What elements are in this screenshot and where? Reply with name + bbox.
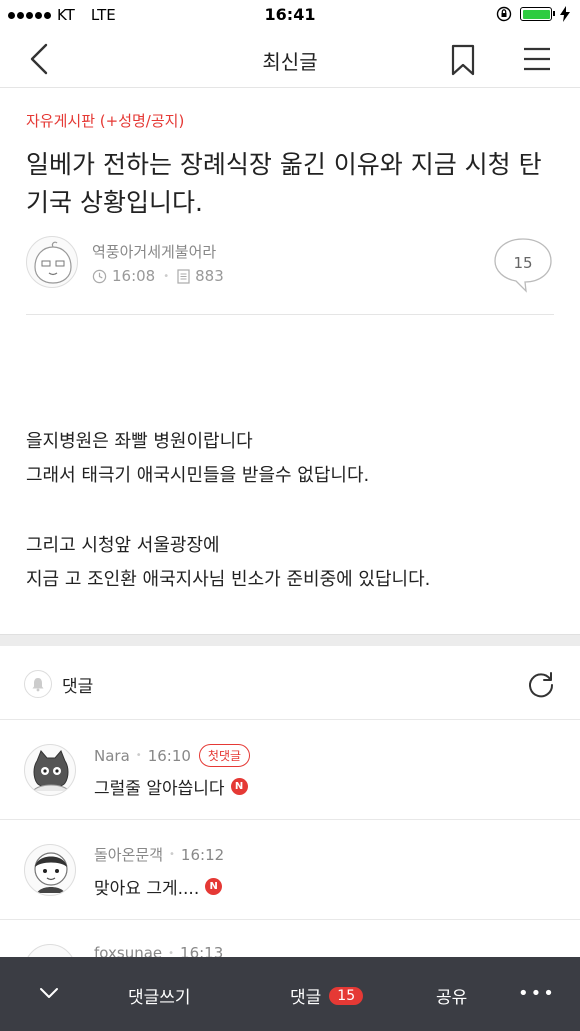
status-time: 16:41 [264,5,316,24]
post-meta: 16:08 • 883 [92,267,224,285]
character-avatar-icon [34,852,68,893]
comment-author[interactable]: 돌아온문객 [94,844,163,865]
new-badge: N [205,878,223,895]
post-body: 을지병원은 좌빨 병원이랍니다 그래서 태극기 애국시민들을 받을수 없답니다.… [26,425,556,597]
comment-text-row: 맞아요 그게.... N [94,874,223,899]
body-line: 그래서 태극기 애국시민들을 받을수 없답니다. [26,465,370,486]
cat-avatar-icon [32,750,70,792]
clock-icon [92,269,107,283]
new-badge: N [230,778,248,795]
commenter-avatar[interactable] [24,844,76,896]
body-line: 지금 고 조인환 애국지사님 빈소가 준비중에 있답니다. [26,569,431,590]
comment-item: 돌아온문객 • 16:12 맞아요 그게.... N [0,820,580,920]
meta-separator: • [169,849,175,860]
orientation-lock-icon [496,6,512,22]
chevron-down-icon[interactable] [36,983,62,1003]
comment-count[interactable]: 15 [492,254,554,272]
comments-button[interactable]: 댓글 15 [290,983,364,1008]
charging-icon [560,6,570,22]
refresh-icon[interactable] [526,670,556,700]
meta-separator: • [163,270,170,282]
comment-author[interactable]: Nara [94,747,130,765]
bottom-action-bar: 댓글쓰기 댓글 15 공유 ••• [0,957,580,1031]
notification-toggle[interactable] [24,670,52,698]
hamburger-menu-icon[interactable] [522,46,552,72]
comments-button-label: 댓글 [290,988,322,1008]
share-button[interactable]: 공유 [436,983,467,1008]
comments-header: 댓글 [0,646,580,720]
author-name[interactable]: 역풍아거세게불어라 [92,241,216,262]
comment-time: 16:10 [147,746,191,765]
more-options-button[interactable]: ••• [518,983,556,1004]
post-time: 16:08 [112,267,156,285]
nav-bar: 최신글 [0,30,580,88]
comments-count-badge: 15 [329,986,364,1005]
comment-item: Nara • 16:10 첫댓글 그럴줄 알아씁니다 N [0,720,580,820]
post-views: 883 [195,267,224,285]
comment-meta: Nara • 16:10 첫댓글 [94,744,251,767]
comment-text-row: 그럴줄 알아씁니다 N [94,774,248,799]
commenter-avatar[interactable] [24,744,76,796]
document-icon [177,268,190,284]
first-comment-badge: 첫댓글 [198,744,251,767]
section-divider [0,634,580,646]
peach-avatar-icon [34,241,72,284]
comment-meta: 돌아온문객 • 16:12 [94,844,224,865]
bell-icon [32,678,44,692]
post-category-link[interactable]: 자유게시판 (+성명/공지) [26,110,184,131]
comment-text: 맞아요 그게.... [94,879,200,899]
page-title: 최신글 [262,50,318,74]
comments-label: 댓글 [62,677,94,697]
divider [26,314,554,315]
body-line: 그리고 시청앞 서울광장에 [26,535,220,556]
status-bar: KT LTE 16:41 [0,0,580,30]
write-comment-button[interactable]: 댓글쓰기 [128,983,191,1008]
meta-separator: • [135,750,142,761]
author-avatar[interactable] [26,236,78,288]
comment-time: 16:12 [180,845,225,864]
body-line: 을지병원은 좌빨 병원이랍니다 [26,431,253,452]
status-right [496,6,570,22]
battery-icon [520,7,555,21]
comment-text: 그럴줄 알아씁니다 [94,779,225,799]
post-title: 일베가 전하는 장례식장 옮긴 이유와 지금 시청 탄기국 상황입니다. [26,150,542,217]
bookmark-icon[interactable] [450,44,476,76]
